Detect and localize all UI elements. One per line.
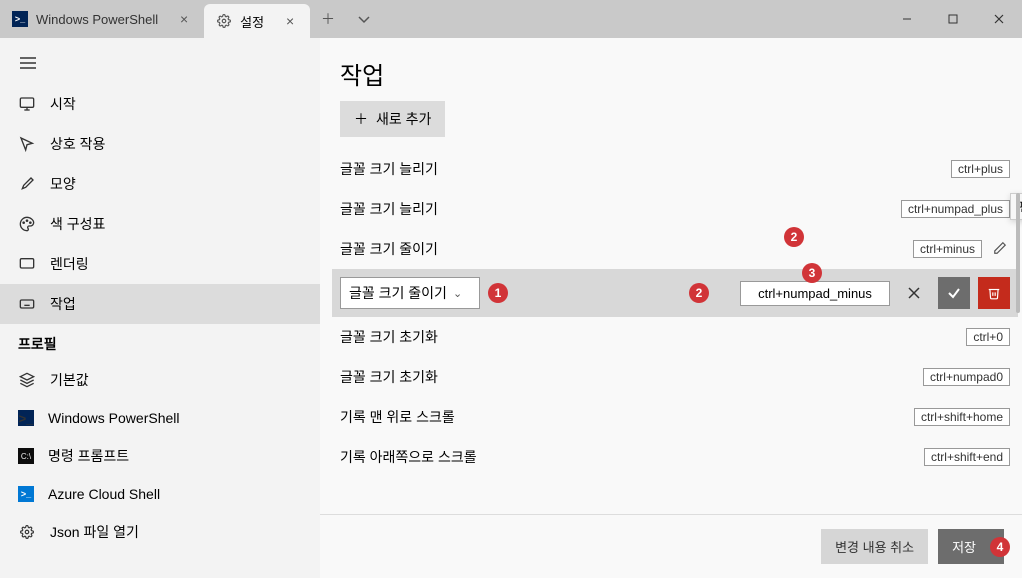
cmd-icon: C:\ [18, 448, 34, 464]
maximize-button[interactable] [930, 0, 976, 38]
monitor-icon [18, 95, 36, 113]
content-area: 시작 상호 작용 모양 색 구성표 렌더링 [0, 38, 1022, 578]
sidebar-item-label: 시작 [50, 94, 76, 114]
save-label: 저장 [952, 540, 976, 555]
action-label: 글꼴 크기 늘리기 [340, 199, 893, 219]
plus-icon: ＋ [354, 109, 368, 129]
sidebar-item-label: Azure Cloud Shell [48, 486, 160, 502]
action-label: 글꼴 크기 초기화 [340, 327, 958, 347]
sidebar-section-heading: 프로필 [0, 324, 320, 360]
sidebar-item-label: Windows PowerShell [48, 410, 180, 426]
action-dropdown[interactable]: 글꼴 크기 줄이기 ⌄ [340, 277, 480, 309]
sidebar-item-startup[interactable]: 시작 [0, 84, 320, 124]
sidebar-item-label: 작업 [50, 294, 76, 314]
sidebar-item-profile-cmd[interactable]: C:\ 명령 프롬프트 [0, 436, 320, 476]
chevron-down-icon: ⌄ [453, 287, 462, 300]
tab-strip: >_ Windows PowerShell × 설정 × ＋ [0, 0, 884, 38]
key-binding: ctrl+shift+home [914, 408, 1010, 426]
new-tab-button[interactable]: ＋ [310, 0, 346, 38]
close-icon[interactable]: × [176, 11, 192, 27]
action-row[interactable]: 글꼴 크기 늘리기 ctrl+numpad_plus 편집 [340, 189, 1010, 229]
close-icon[interactable]: × [282, 13, 298, 29]
main-panel: 작업 ＋ 새로 추가 글꼴 크기 늘리기 ctrl+plus 글꼴 크기 늘리기… [320, 38, 1022, 578]
keyboard-icon [18, 295, 36, 313]
discard-button[interactable]: 변경 내용 취소 [821, 529, 928, 564]
sidebar-item-label: 상호 작용 [50, 134, 105, 154]
dropdown-value: 글꼴 크기 줄이기 [349, 283, 447, 303]
minimize-button[interactable] [884, 0, 930, 38]
sidebar-item-label: 명령 프롬프트 [48, 446, 129, 466]
gear-icon [18, 523, 36, 541]
action-row[interactable]: 글꼴 크기 초기화 ctrl+0 [340, 317, 1010, 357]
palette-icon [18, 215, 36, 233]
title-bar: >_ Windows PowerShell × 설정 × ＋ [0, 0, 1022, 38]
hamburger-button[interactable] [0, 46, 320, 84]
annotation-badge: 2 [784, 227, 804, 247]
tab-settings[interactable]: 설정 × [204, 4, 310, 38]
sidebar-item-label: 렌더링 [50, 254, 89, 274]
tab-powershell[interactable]: >_ Windows PowerShell × [0, 0, 204, 38]
add-new-button[interactable]: ＋ 새로 추가 [340, 101, 445, 137]
accept-edit-button[interactable] [938, 277, 970, 309]
annotation-badge: 2 [689, 283, 709, 303]
delete-button[interactable] [978, 277, 1010, 309]
azure-icon: >_ [18, 486, 34, 502]
sidebar-item-profile-azure[interactable]: >_ Azure Cloud Shell [0, 476, 320, 512]
sidebar-item-profile-ps[interactable]: >_ Windows PowerShell [0, 400, 320, 436]
sidebar-item-label: Json 파일 열기 [50, 522, 139, 542]
action-row[interactable]: 글꼴 크기 늘리기 ctrl+plus [340, 149, 1010, 189]
add-new-label: 새로 추가 [376, 109, 431, 129]
scrollbar[interactable] [1016, 193, 1020, 313]
key-binding: ctrl+shift+end [924, 448, 1010, 466]
tab-title: Windows PowerShell [36, 12, 158, 27]
action-label: 글꼴 크기 초기화 [340, 367, 915, 387]
sidebar-item-label: 기본값 [50, 370, 89, 390]
sidebar: 시작 상호 작용 모양 색 구성표 렌더링 [0, 38, 320, 578]
brush-icon [18, 175, 36, 193]
key-binding: ctrl+numpad_plus [901, 200, 1010, 218]
tab-dropdown-button[interactable] [346, 0, 382, 38]
action-row[interactable]: 글꼴 크기 줄이기 ctrl+minus 2 [340, 229, 1010, 269]
footer-bar: 변경 내용 취소 저장 4 [320, 514, 1022, 578]
annotation-badge: 1 [488, 283, 508, 303]
close-window-button[interactable] [976, 0, 1022, 38]
powershell-icon: >_ [12, 11, 28, 27]
sidebar-item-defaults[interactable]: 기본값 [0, 360, 320, 400]
action-row-editing: 글꼴 크기 줄이기 ⌄ 1 ctrl+numpad_minus 2 3 [332, 269, 1018, 317]
key-binding: ctrl+numpad0 [923, 368, 1010, 386]
window-controls [884, 0, 1022, 38]
annotation-badge: 3 [802, 263, 822, 283]
sidebar-item-actions[interactable]: 작업 [0, 284, 320, 324]
action-row[interactable]: 글꼴 크기 초기화 ctrl+numpad0 [340, 357, 1010, 397]
key-binding-input[interactable]: ctrl+numpad_minus [740, 281, 890, 306]
action-label: 글꼴 크기 늘리기 [340, 159, 943, 179]
gear-icon [216, 13, 232, 29]
action-label: 글꼴 크기 줄이기 [340, 239, 905, 259]
key-binding: ctrl+plus [951, 160, 1010, 178]
cancel-edit-button[interactable] [898, 277, 930, 309]
powershell-icon: >_ [18, 410, 34, 426]
actions-list: ＋ 새로 추가 글꼴 크기 늘리기 ctrl+plus 글꼴 크기 늘리기 ct… [320, 101, 1022, 514]
annotation-badge: 4 [990, 537, 1010, 557]
cursor-icon [18, 135, 36, 153]
save-button[interactable]: 저장 4 [938, 529, 1004, 564]
action-row[interactable]: 기록 아래쪽으로 스크롤 ctrl+shift+end [340, 437, 1010, 477]
tab-title: 설정 [240, 12, 264, 31]
sidebar-item-colorschemes[interactable]: 색 구성표 [0, 204, 320, 244]
sidebar-item-appearance[interactable]: 모양 [0, 164, 320, 204]
key-binding: ctrl+0 [966, 328, 1010, 346]
sidebar-item-open-json[interactable]: Json 파일 열기 [0, 512, 320, 552]
sidebar-item-label: 모양 [50, 174, 76, 194]
action-row[interactable]: 기록 맨 위로 스크롤 ctrl+shift+home [340, 397, 1010, 437]
display-icon [18, 255, 36, 273]
page-title: 작업 [320, 38, 1022, 101]
sidebar-item-rendering[interactable]: 렌더링 [0, 244, 320, 284]
sidebar-item-interaction[interactable]: 상호 작용 [0, 124, 320, 164]
key-binding: ctrl+minus [913, 240, 982, 258]
pencil-icon[interactable] [990, 241, 1010, 258]
sidebar-item-label: 색 구성표 [50, 214, 105, 234]
action-label: 기록 아래쪽으로 스크롤 [340, 447, 916, 467]
action-label: 기록 맨 위로 스크롤 [340, 407, 906, 427]
layers-icon [18, 371, 36, 389]
